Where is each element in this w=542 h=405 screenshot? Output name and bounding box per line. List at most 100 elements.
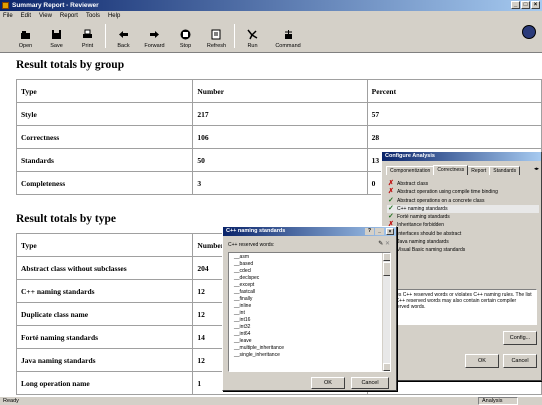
tab-scroll-arrows[interactable]: ◂▸ [534,166,539,172]
scroll-down-arrow[interactable] [383,363,390,371]
save-button[interactable]: Save [41,21,72,51]
list-item[interactable]: __multiple_inheritance [231,345,388,352]
tab-correctness[interactable]: Correctness [433,165,469,175]
type-heading: Result totals by type [16,213,116,225]
rule-description: Uses C++ reserved words or violates C++ … [387,289,537,325]
save-icon [51,29,62,40]
rule-item[interactable]: ✗ Inheritance forbidden [387,221,539,229]
list-item[interactable]: __declspec [231,275,388,282]
rule-item[interactable]: ✓Visual Basic naming standards [387,246,539,254]
vertical-scrollbar[interactable] [382,253,390,371]
edit-list-icon[interactable]: ✎ [378,241,383,247]
header-cell: Number [192,79,368,103]
list-item[interactable]: __int [231,310,388,317]
rule-label: Visual Basic naming standards [397,247,466,254]
ok-button[interactable]: OK [311,377,345,389]
rule-label: Abstract operations on a concrete class [397,197,485,204]
list-item[interactable]: __int16 [231,317,388,324]
maximize-button[interactable]: □ [521,1,530,9]
refresh-button[interactable]: Refresh [201,21,232,51]
list-item[interactable]: __int64 [231,331,388,338]
menu-edit[interactable]: Edit [21,11,31,21]
list-item[interactable]: __single_inheritance [231,352,388,359]
tab-standards[interactable]: Standards [489,166,521,175]
stop-label: Stop [179,43,192,49]
forward-button[interactable]: Forward [139,21,170,51]
table-cell: 3 [192,171,368,195]
list-item[interactable]: __fastcall [231,289,388,296]
tab-componentization[interactable]: Componentization [386,166,435,175]
menu-tools[interactable]: Tools [86,11,100,21]
menu-bar: File Edit View Report Tools Help [0,11,542,21]
rule-item[interactable]: ✗ Abstract operation using compile time b… [387,188,539,196]
checkmark-icon[interactable]: ✓ [388,205,394,213]
cross-icon[interactable]: ✗ [388,180,394,188]
rule-item[interactable]: ✓ C++ naming standards [387,204,539,214]
list-item[interactable]: __cdecl [231,268,388,275]
dialog-title: Configure Analysis [385,153,435,159]
command-icon [283,29,294,40]
rule-label: Java naming standards [397,239,449,246]
command-button[interactable]: Command [268,21,308,51]
print-button[interactable]: Print [72,21,103,51]
cancel-button[interactable]: Cancel [351,377,389,389]
checkmark-icon[interactable]: ✓ [388,213,394,221]
list-item[interactable]: __except [231,282,388,289]
minimize-button[interactable]: _ [375,228,384,235]
list-item[interactable]: __int32 [231,324,388,331]
menu-file[interactable]: File [3,11,13,21]
list-item[interactable]: __asm [231,254,388,261]
rule-item[interactable]: ✓Java naming standards [387,238,539,246]
configure-analysis-dialog: Configure Analysis Componentization Corr… [381,151,542,381]
list-item[interactable]: __finally [231,296,388,303]
menu-report[interactable]: Report [60,11,78,21]
minimize-button[interactable]: _ [511,1,520,9]
menu-view[interactable]: View [39,11,52,21]
help-button[interactable]: ? [365,228,374,235]
list-item[interactable]: __based [231,261,388,268]
run-button[interactable]: Run [237,21,268,51]
table-cell: Standards [15,148,194,172]
close-button[interactable]: × [531,1,540,9]
table-cell: Forté naming standards [15,325,194,349]
keyword-list[interactable]: __asm __based __cdecl __declspec __except __f… [228,252,391,372]
print-icon [82,29,93,40]
tab-report[interactable]: Report [467,166,491,175]
menu-help[interactable]: Help [108,11,120,21]
rule-label: C++ naming standards [397,205,448,212]
checkmark-icon[interactable]: ✓ [388,197,394,205]
dialog-titlebar[interactable]: Configure Analysis [382,152,541,161]
list-item[interactable]: __inline [231,303,388,310]
rule-item[interactable]: ✗ Abstract class [387,180,539,188]
table-cell: 28 [366,125,542,149]
run-label: Run [247,43,258,49]
scroll-up-arrow[interactable] [383,253,390,261]
ok-button[interactable]: OK [465,354,499,368]
open-button[interactable]: Open [10,21,41,51]
header-cell: Percent [366,79,542,103]
list-tools: ✎ ✕ [378,240,390,247]
close-button[interactable]: × [386,228,394,235]
cancel-button[interactable]: Cancel [503,354,537,368]
window-titlebar[interactable]: Summary Report - Reviewer _ □ × [0,0,542,11]
back-button[interactable]: Back [108,21,139,51]
dialog-titlebar[interactable]: C++ naming standards ? _ × [223,227,396,236]
rule-item[interactable]: ✓ Abstract operations on a concrete class [387,197,539,205]
stop-button[interactable]: Stop [170,21,201,51]
rule-item[interactable]: ✓Interfaces should be abstract [387,230,539,238]
table-row: Correctness 106 28 [15,125,542,149]
status-text: Ready [3,398,19,404]
rule-item[interactable]: ✓ Forté naming standards [387,213,539,221]
toolbar-separator [234,24,235,48]
config-button[interactable]: Config... [503,331,537,345]
delete-item-icon[interactable]: ✕ [385,241,390,247]
table-cell: Style [15,102,194,126]
scroll-thumb[interactable] [383,262,390,276]
list-item[interactable]: __leave [231,338,388,345]
cross-icon[interactable]: ✗ [388,188,394,196]
print-label: Print [81,43,94,49]
table-cell: Java naming standards [15,348,194,372]
header-cell: Type [15,79,194,103]
app-icon [2,2,9,9]
keyword-list-label: C++ reserved words: [228,242,275,248]
